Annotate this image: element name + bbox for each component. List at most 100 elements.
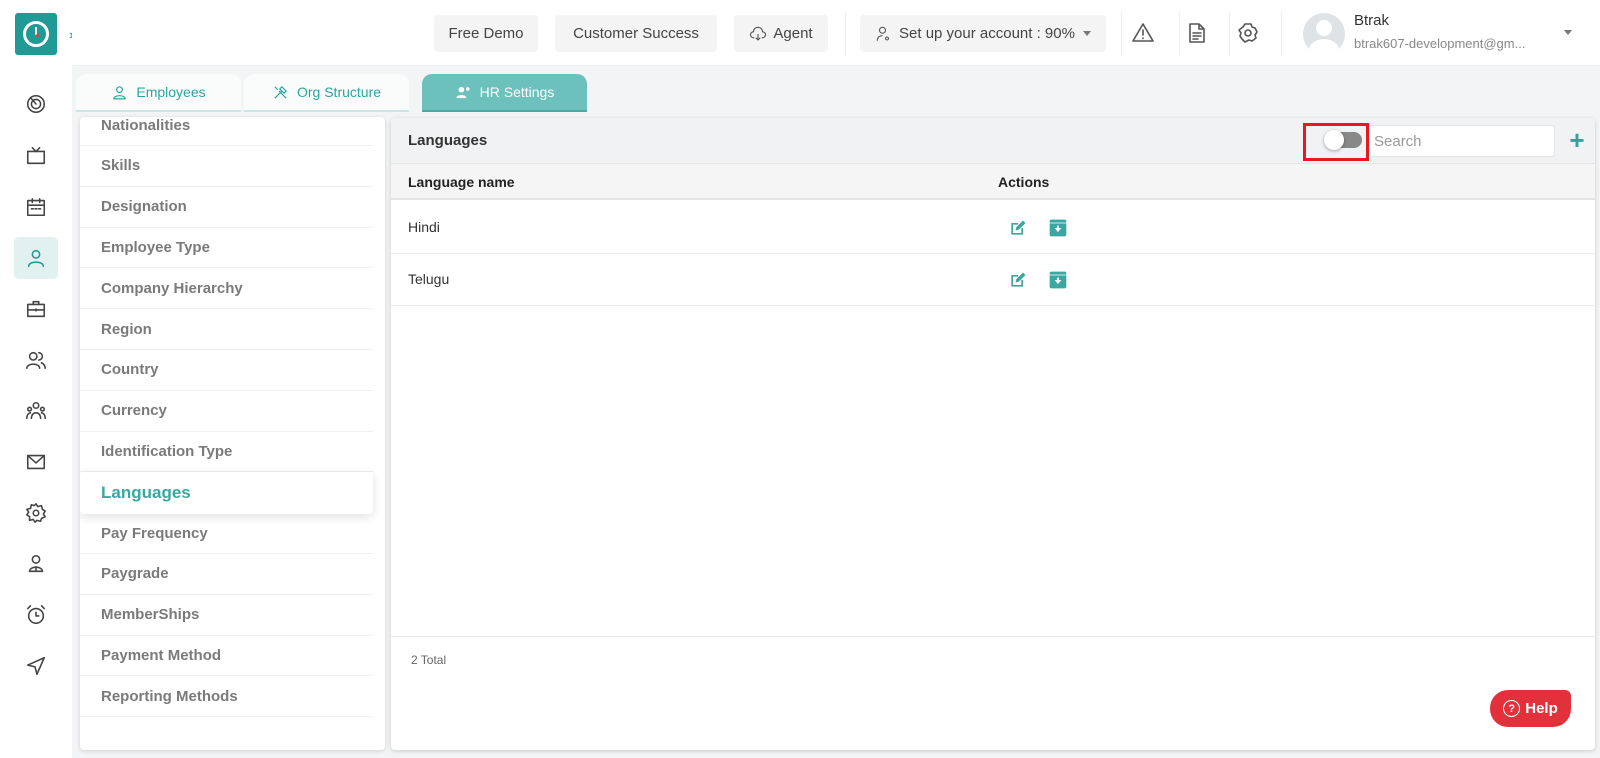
help-button[interactable]: ? Help — [1490, 690, 1571, 727]
divider — [1281, 12, 1282, 56]
alerts-button[interactable] — [1130, 20, 1156, 46]
rail-item-users[interactable] — [14, 339, 58, 381]
question-icon: ? — [1503, 700, 1521, 717]
panel-title: Languages — [408, 132, 488, 149]
settings-item-designation[interactable]: Designation — [80, 187, 373, 228]
setup-account-label: Set up your account : 90% — [899, 25, 1075, 42]
rail-item-employees[interactable] — [14, 237, 58, 279]
customer-success-button[interactable]: Customer Success — [555, 15, 717, 52]
tab-employees[interactable]: Employees — [76, 74, 241, 112]
documents-button[interactable] — [1184, 20, 1210, 46]
divider — [845, 12, 846, 56]
app-logo[interactable] — [15, 13, 57, 55]
tv-icon — [26, 146, 46, 165]
column-header-actions: Actions — [998, 174, 1050, 190]
settings-item-region[interactable]: Region — [80, 309, 373, 350]
divider — [1179, 12, 1180, 56]
settings-item-nationalities[interactable]: Nationalities — [80, 117, 373, 146]
language-name-cell: Hindi — [408, 219, 440, 235]
rail-item-send[interactable] — [14, 645, 58, 687]
caret-down-icon — [1082, 31, 1091, 36]
plus-icon: + — [1569, 124, 1585, 155]
table-header: Language name Actions — [391, 164, 1595, 200]
rail-item-timesheet[interactable] — [14, 594, 58, 636]
agent-label: Agent — [773, 25, 813, 42]
left-rail: ››› — [0, 0, 82, 758]
users-icon — [26, 351, 46, 370]
rail-item-dashboard[interactable] — [14, 83, 58, 125]
team-icon — [26, 401, 46, 420]
cloud-download-icon — [750, 26, 767, 41]
divider — [1229, 12, 1230, 56]
settings-item-company-hierarchy[interactable]: Company Hierarchy — [80, 268, 373, 310]
table-footer: 2 Total — [391, 636, 1595, 750]
free-demo-button[interactable]: Free Demo — [434, 15, 538, 52]
languages-panel: Languages + Language name Actions Hindi … — [391, 118, 1595, 750]
calendar-icon — [26, 197, 46, 217]
user-settings-icon — [456, 86, 470, 98]
archive-icon — [1049, 271, 1067, 289]
settings-item-pay-frequency[interactable]: Pay Frequency — [80, 513, 373, 554]
settings-item-payment-method[interactable]: Payment Method — [80, 635, 373, 677]
tab-label: Org Structure — [296, 84, 382, 100]
settings-item-memberships[interactable]: MemberShips — [80, 595, 373, 636]
user-icon — [27, 249, 45, 268]
user-icon — [113, 85, 127, 99]
settings-item-identification-type[interactable]: Identification Type — [80, 431, 373, 473]
send-icon — [26, 656, 46, 676]
rail-item-profile[interactable] — [14, 543, 58, 585]
user-settings-icon — [876, 26, 890, 41]
settings-item-currency[interactable]: Currency — [80, 391, 373, 432]
free-demo-label: Free Demo — [448, 25, 524, 42]
user-name: Btrak — [1354, 12, 1390, 29]
rail-item-projects[interactable] — [14, 288, 58, 330]
archive-button[interactable] — [1048, 270, 1068, 290]
panel-header: Languages + — [391, 118, 1595, 164]
dashboard-icon — [26, 94, 46, 114]
settings-item-languages[interactable]: Languages — [80, 472, 373, 515]
help-label: Help — [1525, 700, 1558, 717]
tools-icon — [274, 85, 288, 99]
tab-label: HR Settings — [479, 84, 555, 100]
settings-item-reporting-methods[interactable]: Reporting Methods — [80, 676, 373, 718]
add-language-button[interactable]: + — [1565, 124, 1589, 155]
rail-item-team[interactable] — [14, 390, 58, 432]
user-menu-caret-icon[interactable] — [1564, 30, 1572, 35]
highlight-annotation — [1303, 123, 1369, 161]
user-avatar[interactable] — [1303, 13, 1345, 55]
briefcase-icon — [26, 300, 46, 318]
customer-success-label: Customer Success — [573, 25, 699, 42]
search-input[interactable] — [1369, 125, 1555, 157]
mail-icon — [26, 454, 46, 470]
document-icon — [1189, 23, 1205, 43]
gear-icon — [1238, 23, 1258, 43]
settings-icon — [26, 503, 46, 523]
table-row: Hindi — [391, 202, 1595, 254]
profile-icon — [28, 554, 44, 573]
edit-button[interactable] — [1008, 218, 1028, 238]
rail-item-tv[interactable] — [14, 135, 58, 177]
language-name-cell: Telugu — [408, 271, 450, 287]
settings-item-skills[interactable]: Skills — [80, 146, 373, 187]
rail-item-settings[interactable] — [14, 492, 58, 534]
settings-item-country[interactable]: Country — [80, 350, 373, 391]
settings-item-paygrade[interactable]: Paygrade — [80, 554, 373, 595]
top-bar: Free Demo Customer Success Agent Set up … — [72, 0, 1600, 66]
edit-icon — [1011, 272, 1026, 287]
rail-item-mail[interactable] — [14, 441, 58, 483]
table-row: Telugu — [391, 254, 1595, 306]
tab-org-structure[interactable]: Org Structure — [244, 74, 409, 112]
tab-hr-settings[interactable]: HR Settings — [422, 74, 587, 112]
settings-item-employee-type[interactable]: Employee Type — [80, 227, 373, 269]
agent-button[interactable]: Agent — [734, 15, 828, 52]
setup-account-dropdown[interactable]: Set up your account : 90% — [860, 15, 1106, 52]
user-email: btrak607-development@gm... — [1354, 36, 1526, 51]
divider — [1121, 12, 1122, 56]
column-header-language-name: Language name — [408, 174, 515, 190]
alarm-icon — [26, 605, 46, 625]
archive-button[interactable] — [1048, 218, 1068, 238]
total-count: 2 Total — [411, 653, 447, 667]
settings-button[interactable] — [1235, 20, 1261, 46]
rail-item-calendar[interactable] — [14, 186, 58, 228]
edit-button[interactable] — [1008, 270, 1028, 290]
